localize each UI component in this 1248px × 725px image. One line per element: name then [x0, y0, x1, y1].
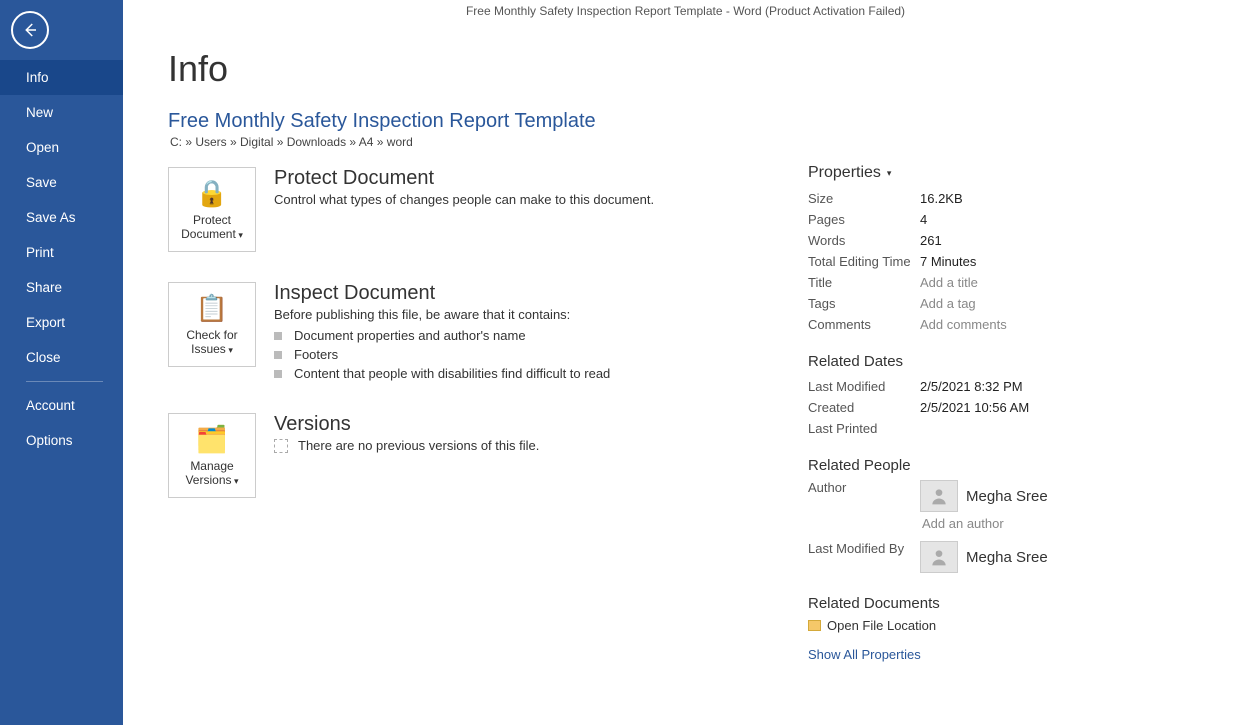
- related-dates-heading: Related Dates: [808, 353, 1158, 370]
- window-titlebar: Free Monthly Safety Inspection Report Te…: [123, 0, 1248, 18]
- chevron-down-icon: ▾: [232, 476, 239, 486]
- last-modified-by-row: Last Modified By Megha Sree: [808, 541, 1158, 577]
- bullet-icon: [274, 370, 282, 378]
- last-modified-by-person[interactable]: Megha Sree: [920, 541, 1048, 573]
- nav-options[interactable]: Options: [0, 423, 123, 458]
- app-root: Info New Open Save Save As Print Share E…: [0, 0, 1248, 725]
- tile-label: ManageVersions ▾: [185, 459, 238, 488]
- date-last-modified: Last Modified2/5/2021 8:32 PM: [808, 376, 1158, 397]
- chevron-down-icon: ▾: [887, 168, 892, 179]
- inspect-section: 📋 Check forIssues ▾ Inspect Document Bef…: [168, 282, 758, 383]
- list-item: Content that people with disabilities fi…: [274, 364, 610, 383]
- nav-close[interactable]: Close: [0, 340, 123, 375]
- add-title-field[interactable]: Add a title: [920, 275, 978, 290]
- back-button[interactable]: [0, 0, 60, 60]
- versions-heading: Versions: [274, 413, 539, 436]
- prop-pages: Pages4: [808, 209, 1158, 230]
- main-panel: Info Free Monthly Safety Inspection Repo…: [123, 18, 1248, 692]
- protect-desc: Control what types of changes people can…: [274, 192, 654, 207]
- protect-document-button[interactable]: 🔒 ProtectDocument ▾: [168, 167, 256, 252]
- lock-icon: 🔒: [196, 178, 228, 209]
- versions-empty: There are no previous versions of this f…: [274, 438, 539, 453]
- nav-open[interactable]: Open: [0, 130, 123, 165]
- bullet-icon: [274, 332, 282, 340]
- list-item: Document properties and author's name: [274, 326, 610, 345]
- protect-heading: Protect Document: [274, 167, 654, 190]
- versions-text: Versions There are no previous versions …: [274, 413, 539, 498]
- author-name: Megha Sree: [966, 488, 1048, 505]
- inspect-heading: Inspect Document: [274, 282, 610, 305]
- nav-print[interactable]: Print: [0, 235, 123, 270]
- add-comments-field[interactable]: Add comments: [920, 317, 1007, 332]
- bullet-icon: [274, 351, 282, 359]
- checklist-icon: 📋: [196, 293, 228, 324]
- related-people-heading: Related People: [808, 457, 1158, 474]
- show-all-properties[interactable]: Show All Properties: [808, 647, 1158, 662]
- protect-text: Protect Document Control what types of c…: [274, 167, 654, 252]
- nav-divider: [26, 381, 103, 382]
- avatar-icon: [920, 480, 958, 512]
- document-path: C: » Users » Digital » Downloads » A4 » …: [170, 135, 758, 149]
- nav-export[interactable]: Export: [0, 305, 123, 340]
- list-item: Footers: [274, 345, 610, 364]
- nav-share[interactable]: Share: [0, 270, 123, 305]
- left-column: Info Free Monthly Safety Inspection Repo…: [168, 48, 758, 662]
- prop-comments: CommentsAdd comments: [808, 314, 1158, 335]
- right-column: Properties▾ Size16.2KB Pages4 Words261 T…: [808, 48, 1158, 662]
- prop-words: Words261: [808, 230, 1158, 251]
- add-tag-field[interactable]: Add a tag: [920, 296, 976, 311]
- avatar-icon: [920, 541, 958, 573]
- backstage-sidebar: Info New Open Save Save As Print Share E…: [0, 0, 123, 725]
- author-person[interactable]: Megha Sree: [920, 480, 1048, 512]
- open-file-location[interactable]: Open File Location: [808, 618, 1158, 633]
- document-title: Free Monthly Safety Inspection Report Te…: [168, 110, 758, 133]
- chevron-down-icon: ▾: [236, 230, 243, 240]
- date-last-printed: Last Printed: [808, 418, 1158, 439]
- nav-save[interactable]: Save: [0, 165, 123, 200]
- last-modified-by-name: Megha Sree: [966, 549, 1048, 566]
- prop-size: Size16.2KB: [808, 188, 1158, 209]
- page-title: Info: [168, 48, 758, 90]
- back-arrow-icon: [11, 11, 49, 49]
- people-block: Author Megha Sree Add an author Last Mod…: [808, 480, 1158, 577]
- tile-label: ProtectDocument ▾: [181, 213, 243, 242]
- nav-save-as[interactable]: Save As: [0, 200, 123, 235]
- manage-versions-button[interactable]: 🗂️ ManageVersions ▾: [168, 413, 256, 498]
- empty-version-icon: [274, 439, 288, 453]
- prop-tags: TagsAdd a tag: [808, 293, 1158, 314]
- prop-editing-time: Total Editing Time7 Minutes: [808, 251, 1158, 272]
- nav-new[interactable]: New: [0, 95, 123, 130]
- protect-section: 🔒 ProtectDocument ▾ Protect Document Con…: [168, 167, 758, 252]
- nav-account[interactable]: Account: [0, 388, 123, 423]
- check-for-issues-button[interactable]: 📋 Check forIssues ▾: [168, 282, 256, 367]
- versions-icon: 🗂️: [196, 424, 228, 455]
- tile-label: Check forIssues ▾: [186, 328, 237, 357]
- prop-title: TitleAdd a title: [808, 272, 1158, 293]
- chevron-down-icon: ▾: [226, 345, 233, 355]
- related-documents-heading: Related Documents: [808, 595, 1158, 612]
- inspect-desc: Before publishing this file, be aware th…: [274, 307, 610, 322]
- inspect-issues-list: Document properties and author's name Fo…: [274, 326, 610, 383]
- folder-icon: [808, 620, 821, 631]
- add-author-field[interactable]: Add an author: [922, 516, 1048, 531]
- content-area: Free Monthly Safety Inspection Report Te…: [123, 0, 1248, 725]
- author-row: Author Megha Sree Add an author: [808, 480, 1158, 541]
- date-created: Created2/5/2021 10:56 AM: [808, 397, 1158, 418]
- nav-info[interactable]: Info: [0, 60, 123, 95]
- properties-dropdown[interactable]: Properties▾: [808, 164, 1158, 182]
- inspect-text: Inspect Document Before publishing this …: [274, 282, 610, 383]
- versions-section: 🗂️ ManageVersions ▾ Versions There are n…: [168, 413, 758, 498]
